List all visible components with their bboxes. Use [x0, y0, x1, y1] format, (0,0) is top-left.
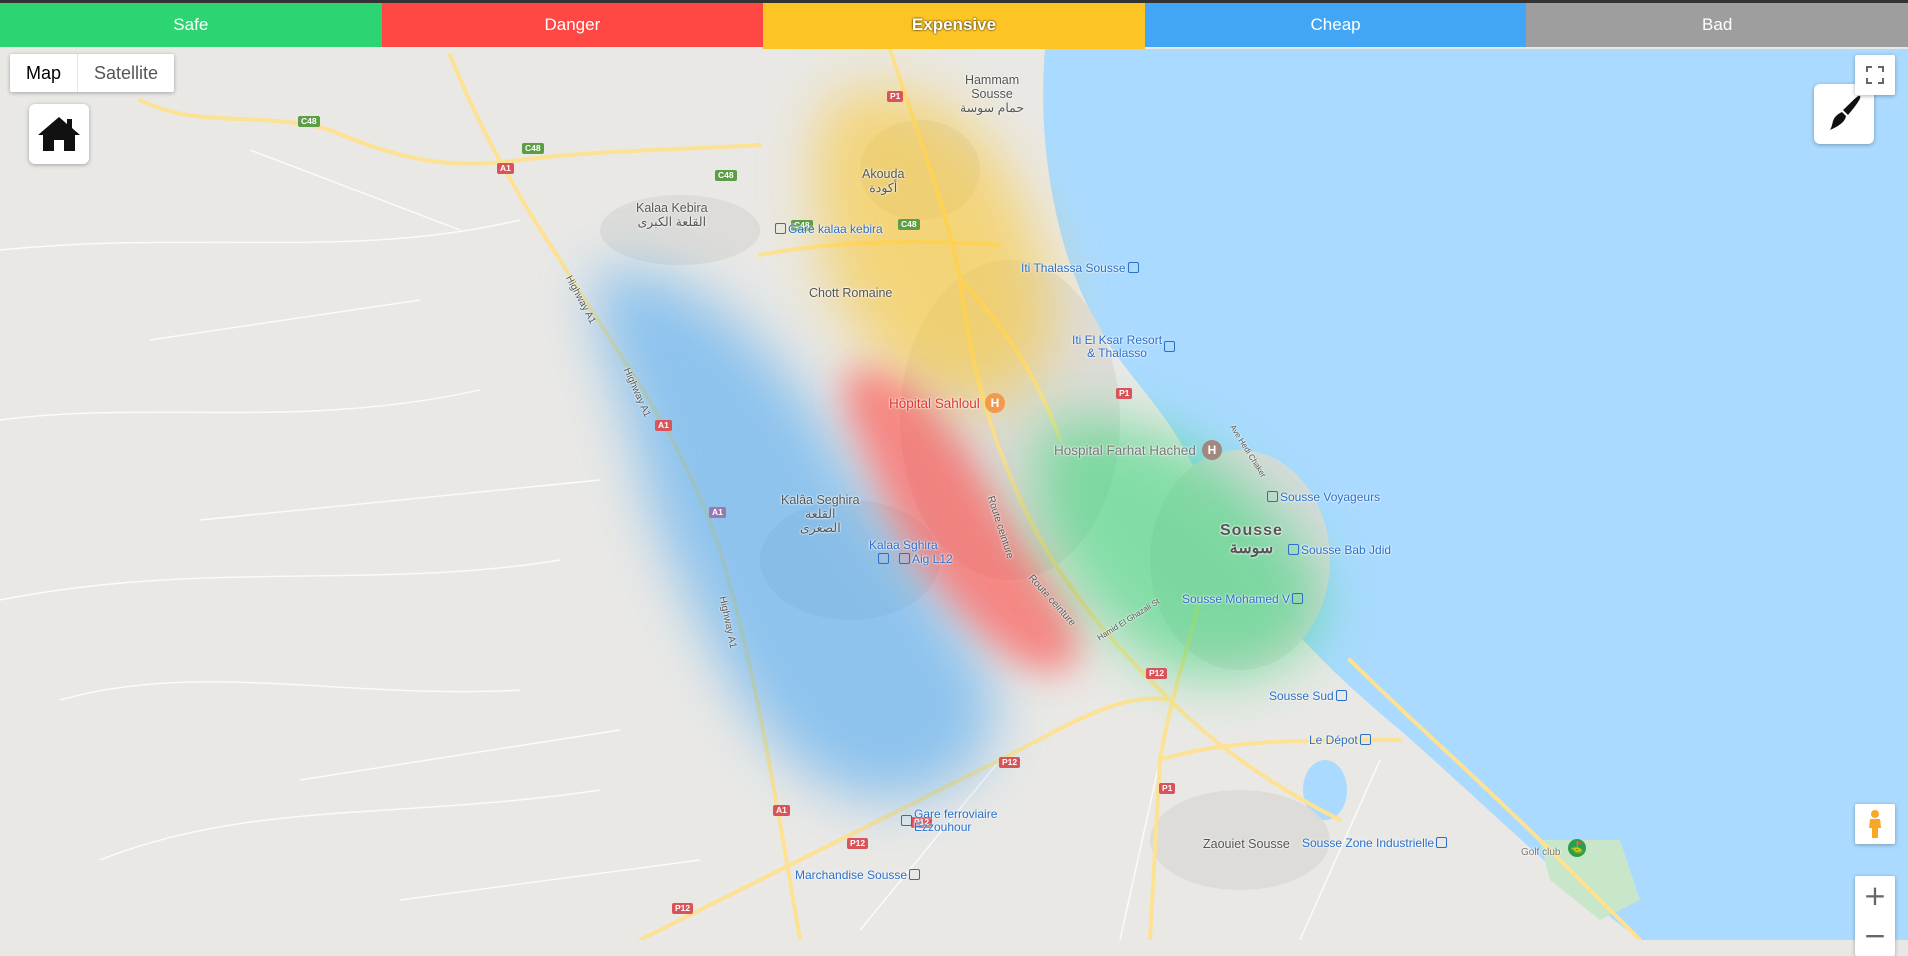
- transit-label[interactable]: Sousse Mohamed V: [1182, 592, 1305, 606]
- paint-brush-icon: [1830, 95, 1861, 130]
- transit-name: Sousse Mohamed V: [1182, 592, 1291, 606]
- place-label: Chott Romaine: [809, 286, 893, 300]
- place-label: Kalâa Seghira القلعة الصغرى: [781, 493, 860, 535]
- road-shield-a1: A1: [709, 507, 726, 518]
- city-name-ar: سوسة: [1229, 540, 1274, 557]
- train-icon: [878, 553, 889, 565]
- road-shield-p1: P1: [887, 91, 904, 102]
- road-shield-p1: P1: [1116, 388, 1133, 399]
- transit-label[interactable]: Gare ferroviaire Ezzouhour: [899, 808, 997, 834]
- transit-name: Sousse Sud: [1269, 689, 1334, 703]
- road-shield-a1: A1: [497, 163, 514, 174]
- transit-label[interactable]: Gare kalaa kebira: [773, 222, 883, 236]
- transit-label[interactable]: Kalaa Sghira: [869, 538, 938, 552]
- road-shield-a1: A1: [655, 420, 672, 431]
- train-icon: [899, 553, 910, 565]
- category-tabs: Safe Danger Expensive Cheap Bad: [0, 3, 1908, 58]
- pegman-icon: [1869, 810, 1881, 838]
- train-icon: [1359, 734, 1371, 746]
- train-icon: [1292, 593, 1304, 605]
- transit-name: Sousse Voyageurs: [1280, 490, 1381, 504]
- road-shield-p12: P12: [999, 757, 1021, 768]
- tab-safe[interactable]: Safe: [0, 3, 382, 47]
- fullscreen-button[interactable]: [1855, 55, 1895, 95]
- place-label: Zaouiet Sousse: [1203, 837, 1290, 851]
- train-icon: [1267, 491, 1278, 503]
- home-button[interactable]: [29, 104, 89, 164]
- transit-name: Le Dépot: [1309, 733, 1358, 747]
- hospital-pin-icon[interactable]: H: [985, 393, 1005, 413]
- home-icon: [38, 117, 80, 151]
- transit-name: Marchandise Sousse: [795, 868, 908, 882]
- poi-label[interactable]: Hôpital Sahloul: [889, 396, 980, 411]
- transit-label[interactable]: Sousse Sud: [1269, 689, 1349, 703]
- poi-label[interactable]: Golf club: [1521, 847, 1560, 858]
- city-name: Sousse: [1220, 522, 1283, 539]
- train-icon: [1335, 690, 1347, 702]
- transit-name: Aig L12: [912, 552, 953, 566]
- map-type-map-button[interactable]: Map: [10, 54, 79, 92]
- place-label: Hammam Sousse حمام سوسة: [960, 73, 1025, 115]
- zoom-in-button[interactable]: +: [1855, 876, 1895, 916]
- transit-label[interactable]: Marchandise Sousse: [795, 868, 922, 882]
- transit-label[interactable]: Aig L12: [876, 552, 953, 566]
- golf-pin-icon[interactable]: ⛳: [1568, 839, 1586, 857]
- transit-name: Kalaa Sghira: [869, 538, 938, 552]
- place-label-city: Sousse سوسة: [1220, 522, 1283, 558]
- transit-name: Iti El Ksar Resort & Thalasso: [1072, 333, 1163, 360]
- zoom-out-button[interactable]: −: [1855, 916, 1895, 956]
- train-icon: [1288, 544, 1299, 556]
- transit-name: Gare kalaa kebira: [788, 222, 883, 236]
- road-shield-c48: C48: [898, 219, 920, 230]
- road-shield-p12: P12: [672, 903, 694, 914]
- transit-name: Gare ferroviaire Ezzouhour: [914, 807, 998, 834]
- transit-name: Iti Thalassa Sousse: [1021, 261, 1126, 275]
- transit-name: Sousse Zone Industrielle: [1302, 836, 1435, 850]
- train-icon: [1436, 837, 1448, 849]
- road-shield-c48: C48: [522, 143, 544, 154]
- train-icon: [909, 869, 921, 881]
- tab-bad[interactable]: Bad: [1526, 3, 1908, 47]
- pegman-button[interactable]: [1855, 804, 1895, 844]
- transit-label[interactable]: Iti El Ksar Resort & Thalasso: [1072, 334, 1177, 360]
- map-canvas[interactable]: A1 A1 A1 A1 C48 C48 C48 C48 C48 P1 P1 P1…: [0, 49, 1908, 940]
- zoom-control: + −: [1855, 876, 1895, 956]
- transit-label[interactable]: Sousse Voyageurs: [1265, 490, 1380, 504]
- transit-name: Sousse Bab Jdid: [1301, 543, 1392, 557]
- map-type-control: Map Satellite: [10, 54, 175, 92]
- fullscreen-icon: [1866, 66, 1884, 84]
- map-type-satellite-button[interactable]: Satellite: [78, 54, 174, 92]
- transit-label[interactable]: Sousse Bab Jdid: [1286, 543, 1391, 557]
- place-label: Kalaa Kebira القلعة الكبرى: [636, 201, 708, 229]
- hospital-pin-icon[interactable]: H: [1202, 440, 1222, 460]
- transit-label[interactable]: Le Dépot: [1309, 733, 1373, 747]
- train-icon: [775, 223, 786, 235]
- tab-danger[interactable]: Danger: [381, 3, 764, 47]
- road-shield-c48: C48: [715, 170, 737, 181]
- road-shield-p12: P12: [1146, 668, 1168, 679]
- place-label: Akouda أكودة: [862, 167, 905, 195]
- tab-cheap[interactable]: Cheap: [1144, 3, 1527, 47]
- transit-label[interactable]: Iti Thalassa Sousse: [1021, 261, 1141, 275]
- train-icon: [1164, 340, 1176, 352]
- poi-label[interactable]: Hospital Farhat Hached: [1054, 443, 1196, 458]
- train-icon: [1127, 262, 1139, 274]
- road-shield-p12: P12: [847, 838, 869, 849]
- road-shield-p1: P1: [1159, 783, 1176, 794]
- road-shield-a1: A1: [773, 805, 790, 816]
- transit-label[interactable]: Sousse Zone Industrielle: [1302, 836, 1449, 850]
- road-shield-c48: C48: [298, 116, 320, 127]
- train-icon: [901, 814, 912, 826]
